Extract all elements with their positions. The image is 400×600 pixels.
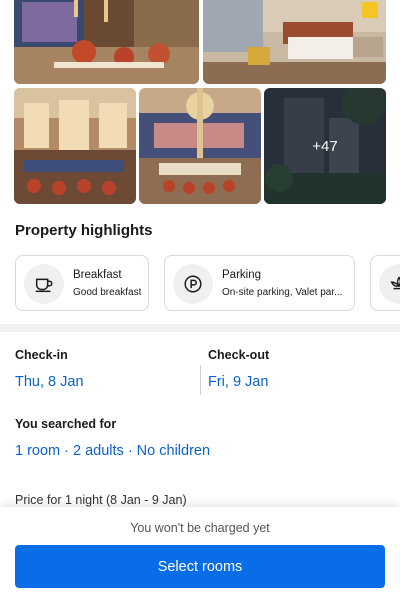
checkout-date[interactable]: Fri, 9 Jan (208, 374, 268, 390)
booking-footer: You won't be charged yet Select rooms (0, 507, 400, 600)
gallery-photo-bedroom[interactable] (203, 0, 386, 84)
gallery-photo-restaurant[interactable] (14, 0, 199, 84)
gallery-photo-exterior[interactable]: +47 (264, 88, 386, 204)
dates-separator (200, 365, 201, 395)
more-photos-count: +47 (312, 137, 338, 155)
gallery-photo-bar[interactable] (139, 88, 261, 204)
highlights-carousel[interactable]: Breakfast Good breakfast Parking On-site… (15, 255, 400, 311)
highlight-card-breakfast[interactable]: Breakfast Good breakfast (15, 255, 149, 311)
award-badge-icon (362, 2, 378, 18)
highlight-subtitle: Good breakfast (73, 287, 142, 298)
lotus-icon (379, 264, 400, 304)
property-highlights-title: Property highlights (15, 222, 153, 239)
searched-for-label: You searched for (15, 417, 117, 431)
highlight-card-parking[interactable]: Parking On-site parking, Valet par... (164, 255, 355, 311)
section-divider (0, 324, 400, 332)
coffee-cup-icon (24, 264, 64, 304)
price-period-text: Price for 1 night (8 Jan - 9 Jan) (15, 493, 187, 507)
highlight-title: Breakfast (73, 269, 122, 281)
highlight-subtitle: On-site parking, Valet par... (222, 287, 343, 298)
no-charge-note: You won't be charged yet (130, 521, 270, 535)
parking-icon (173, 264, 213, 304)
search-summary-link[interactable]: 1 room · 2 adults · No children (15, 443, 210, 459)
checkin-date[interactable]: Thu, 8 Jan (15, 374, 84, 390)
more-photos-overlay[interactable]: +47 (264, 88, 386, 204)
highlight-card-spa[interactable] (370, 255, 400, 311)
select-rooms-button[interactable]: Select rooms (15, 545, 385, 588)
checkin-label: Check-in (15, 348, 68, 362)
highlight-title: Parking (222, 269, 261, 281)
photo-gallery: +47 (0, 0, 400, 206)
gallery-photo-dining-hall[interactable] (14, 88, 136, 204)
checkout-label: Check-out (208, 348, 270, 362)
